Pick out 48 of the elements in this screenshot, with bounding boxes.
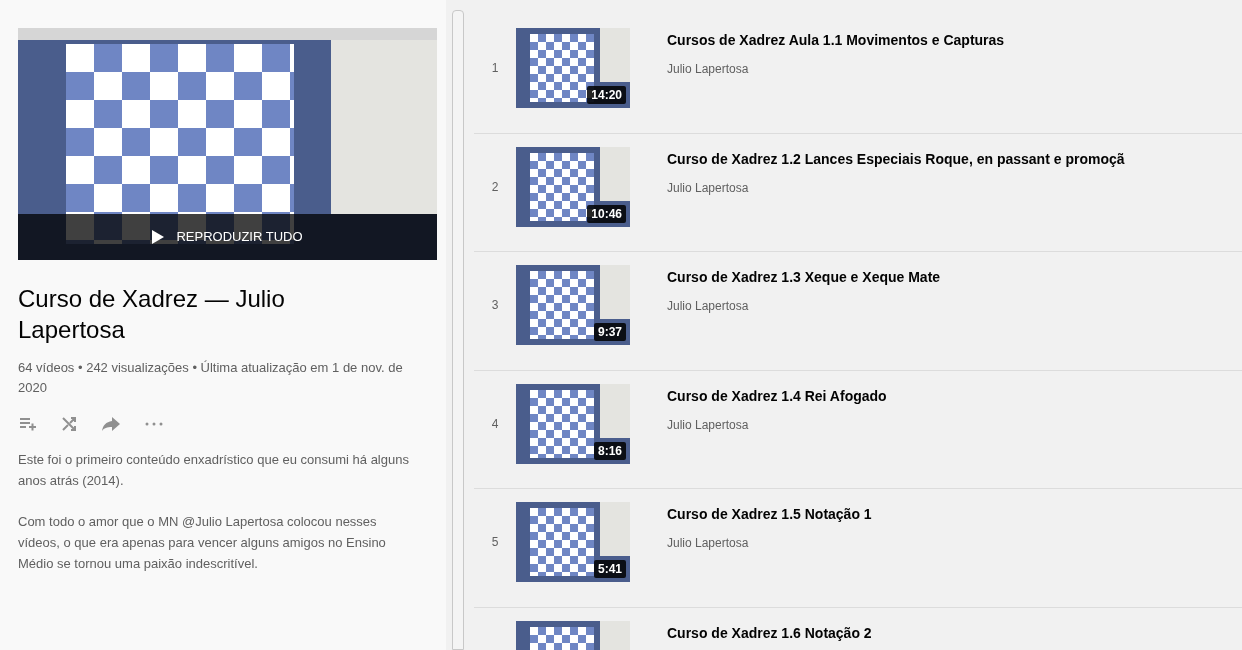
chessboard-drawing xyxy=(530,389,594,458)
video-title[interactable]: Curso de Xadrez 1.3 Xeque e Xeque Mate xyxy=(667,267,941,287)
video-index: 4 xyxy=(491,415,499,433)
video-title[interactable]: Curso de Xadrez 1.2 Lances Especiais Roque, en passant e promoçã xyxy=(667,148,1125,169)
side-panel-drawing xyxy=(600,28,630,82)
playlist-title: Curso de Xadrez — Julio Lapertosa xyxy=(18,284,286,345)
video-thumbnail[interactable]: 10:46 xyxy=(516,146,630,227)
add-to-queue-icon[interactable] xyxy=(20,417,36,431)
channel-name[interactable]: Julio Lapertosa xyxy=(667,415,887,434)
duration-badge: 10:46 xyxy=(587,204,626,223)
video-thumbnail[interactable]: 5:41 xyxy=(516,502,630,582)
video-thumbnail[interactable]: 8:16 xyxy=(516,383,630,464)
side-panel-drawing xyxy=(600,383,630,438)
chessboard-drawing xyxy=(530,508,594,576)
share-icon[interactable] xyxy=(102,417,120,431)
channel-name[interactable]: Julio Lapertosa xyxy=(667,60,1005,78)
channel-name[interactable]: Julio Lapertosa xyxy=(667,534,872,552)
duration-badge: 5:41 xyxy=(593,560,626,578)
chessboard-drawing xyxy=(530,271,594,339)
channel-name[interactable]: Julio Lapertosa xyxy=(667,178,1125,197)
duration-badge: 14:20 xyxy=(587,86,626,104)
panel-splitter[interactable] xyxy=(452,10,464,650)
video-title[interactable]: Curso de Xadrez 1.5 Notação 1 xyxy=(667,504,872,524)
channel-name[interactable]: Julio Lapertosa xyxy=(667,297,941,315)
play-all-button[interactable]: REPRODUZIR TUDO xyxy=(18,214,437,260)
side-panel-drawing xyxy=(600,146,630,201)
description-paragraph: Com todo o amor que o MN @Julio Lapertosa colocou nesses vídeos, o que era apenas para vencer alguns amigos no Ensino Médio se tornou uma paixão indescritível. xyxy=(18,513,387,573)
video-thumbnail[interactable]: 9:37 xyxy=(516,265,630,345)
video-title[interactable]: Cursos de Xadrez Aula 1.1 Movimentos e Capturas xyxy=(667,30,1005,50)
shuffle-icon[interactable] xyxy=(61,416,77,432)
side-panel-drawing xyxy=(600,502,630,556)
play-icon xyxy=(152,230,165,244)
video-thumbnail[interactable]: 14:20 xyxy=(516,28,630,108)
video-title[interactable]: Curso de Xadrez 1.6 Notação 2 xyxy=(667,622,872,643)
duration-badge: 9:37 xyxy=(593,323,626,341)
playlist-thumbnail[interactable]: REPRODUZIR TUDO xyxy=(18,28,437,260)
video-index: 2 xyxy=(491,178,499,196)
side-panel-drawing xyxy=(600,265,630,319)
video-index: 3 xyxy=(491,297,499,314)
more-icon[interactable] xyxy=(145,422,163,426)
duration-badge: 8:16 xyxy=(593,441,626,460)
chessboard-drawing xyxy=(530,152,594,221)
video-title[interactable]: Curso de Xadrez 1.4 Rei Afogado xyxy=(667,385,887,406)
description-paragraph: Este foi o primeiro conteúdo enxadrístico que eu consumi há alguns anos atrás (2014). xyxy=(18,451,410,490)
playlist-stats: 64 vídeos • 242 visualizações • Última atualização em 1 de nov. de 2020 xyxy=(18,359,404,397)
video-index: 1 xyxy=(491,60,499,77)
chessboard-drawing xyxy=(530,34,594,102)
video-index: 5 xyxy=(491,534,499,551)
